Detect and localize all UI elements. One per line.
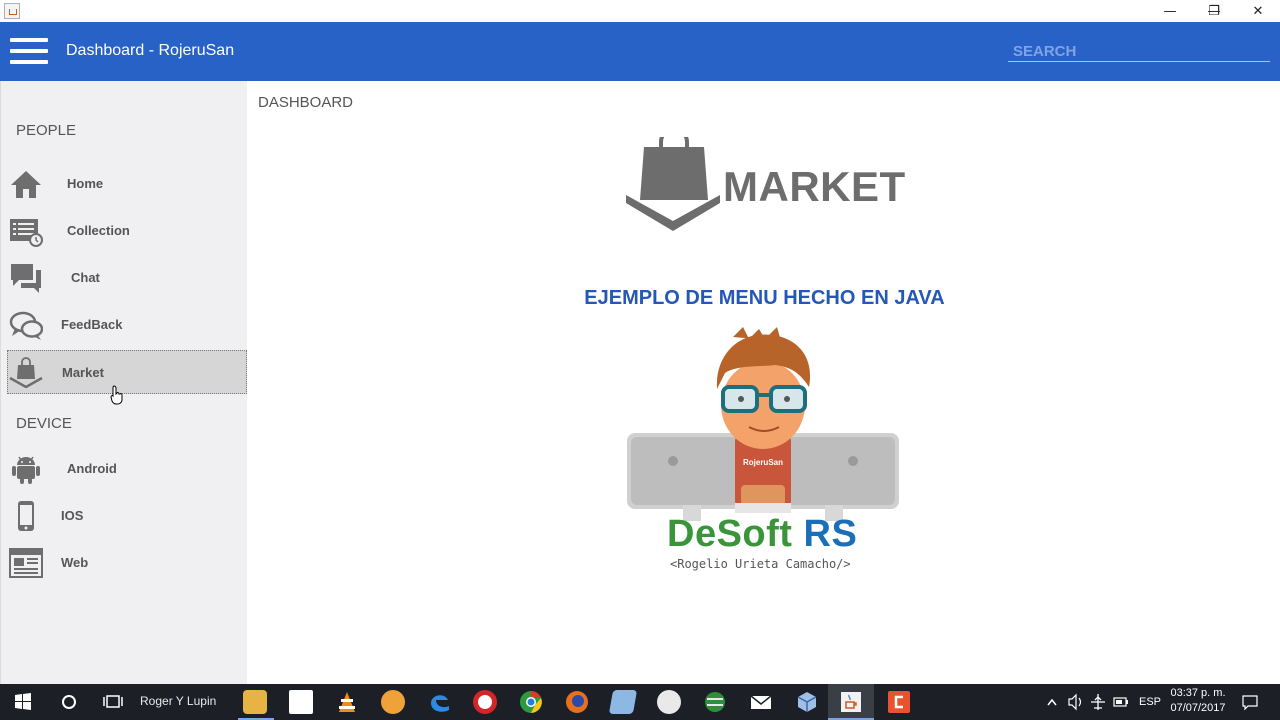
phone-icon: [18, 501, 34, 531]
developer-avatar-illustration: RojeruSan: [627, 327, 899, 521]
collection-icon: [10, 219, 43, 247]
file-explorer-icon[interactable]: [243, 690, 267, 714]
market-title: MARKET: [723, 163, 906, 210]
store-icon[interactable]: [289, 690, 313, 714]
window-titlebar: — — ❐ ✕: [0, 0, 1280, 22]
search-circle-icon[interactable]: [58, 684, 80, 720]
minimize-button-2[interactable]: —: [1148, 0, 1192, 22]
sidebar-item-chat[interactable]: Chat: [7, 256, 247, 300]
android-icon: [12, 456, 40, 484]
maximize-button[interactable]: ❐: [1192, 0, 1236, 22]
code-editor-icon[interactable]: [887, 690, 911, 714]
sidebar-item-label: Market: [62, 365, 104, 380]
feedback-icon: [9, 311, 43, 340]
notes-icon[interactable]: [608, 690, 638, 714]
clock-date: 07/07/2017: [1170, 702, 1226, 714]
sidebar-item-label: Web: [61, 555, 89, 570]
taskbar-user[interactable]: Roger Y Lupin: [140, 694, 216, 708]
task-view-icon[interactable]: [102, 684, 124, 720]
brand-logo: DeSoft RS: [667, 513, 857, 556]
app-title: Dashboard - RojeruSan: [66, 42, 235, 59]
web-icon: [9, 548, 43, 578]
chat-icon: [11, 264, 41, 293]
airplane-icon: [1091, 694, 1105, 710]
sidebar-item-collection[interactable]: Collection: [7, 209, 247, 253]
taskbar: Roger Y Lupin ESP 03:37 p. m. 07/07/2017: [0, 684, 1280, 720]
section-title-people: PEOPLE: [16, 122, 77, 139]
action-center-button[interactable]: [1242, 684, 1258, 720]
hand-cursor-icon: [110, 385, 123, 405]
sidebar-item-feedback[interactable]: FeedBack: [7, 303, 247, 347]
sidebar-item-label: IOS: [61, 508, 84, 523]
battery-icon: [1113, 697, 1128, 707]
sidebar-item-web[interactable]: Web: [7, 541, 247, 585]
brand-name-blue: RS: [803, 513, 858, 555]
notification-icon: [1242, 695, 1258, 711]
main-content: DASHBOARD MARKET EJEMPLO DE MENU HECHO E…: [247, 81, 1280, 684]
sidebar-item-ios[interactable]: IOS: [7, 494, 247, 538]
airplane-mode-button[interactable]: [1090, 684, 1106, 720]
section-title-device: DEVICE: [16, 415, 72, 432]
language-indicator[interactable]: ESP: [1139, 684, 1161, 720]
market-icon: [9, 357, 43, 388]
close-icon: ✕: [1252, 3, 1264, 19]
avatar-badge-text: RojeruSan: [743, 458, 783, 467]
sidebar-item-label: FeedBack: [61, 317, 123, 332]
sidebar-item-label: Collection: [67, 223, 130, 238]
edge-icon[interactable]: [428, 690, 452, 714]
sidebar-item-label: Chat: [71, 270, 100, 285]
chevron-up-icon: [1047, 698, 1057, 706]
brand-tagline: <Rogelio Urieta Camacho/>: [670, 557, 851, 571]
sidebar-item-label: Android: [67, 461, 117, 476]
globe-app-icon[interactable]: [703, 690, 727, 714]
sidebar: PEOPLE Home Collection Chat FeedBack Mar…: [0, 81, 247, 684]
brand-name-green: DeSoft: [667, 513, 793, 555]
system-clock[interactable]: 03:37 p. m. 07/07/2017: [1166, 686, 1230, 716]
show-hidden-icons[interactable]: [1046, 684, 1058, 720]
sidebar-item-home[interactable]: Home: [7, 162, 247, 206]
hamburger-menu-icon[interactable]: [10, 38, 48, 64]
battery-button[interactable]: [1113, 684, 1129, 720]
chrome-icon[interactable]: [519, 690, 543, 714]
home-icon: [11, 171, 41, 198]
sidebar-item-android[interactable]: Android: [7, 447, 247, 491]
paint-icon[interactable]: [657, 690, 681, 714]
app-header: Dashboard - RojeruSan: [0, 22, 1280, 81]
sidebar-item-market[interactable]: Market: [7, 350, 247, 405]
search-input[interactable]: [1008, 40, 1270, 62]
close-button[interactable]: ✕: [1236, 0, 1280, 22]
volume-button[interactable]: [1068, 684, 1084, 720]
media-player-icon[interactable]: [381, 690, 405, 714]
virtualbox-icon[interactable]: [795, 690, 819, 714]
java-icon[interactable]: [839, 690, 863, 714]
vlc-icon[interactable]: [335, 690, 359, 714]
breadcrumb: DASHBOARD: [258, 94, 354, 111]
clock-time: 03:37 p. m.: [1170, 687, 1226, 699]
mail-icon[interactable]: [749, 690, 773, 714]
speaker-icon: [1068, 693, 1082, 711]
firefox-icon[interactable]: [565, 690, 589, 714]
java-app-icon: [4, 3, 20, 19]
minimize-icon: —: [1163, 3, 1177, 19]
sidebar-item-label: Home: [67, 176, 104, 191]
windows-start-icon[interactable]: [12, 684, 34, 720]
opera-icon[interactable]: [473, 690, 497, 714]
restore-icon: ❐: [1208, 3, 1220, 19]
page-subtitle: EJEMPLO DE MENU HECHO EN JAVA: [584, 287, 945, 309]
